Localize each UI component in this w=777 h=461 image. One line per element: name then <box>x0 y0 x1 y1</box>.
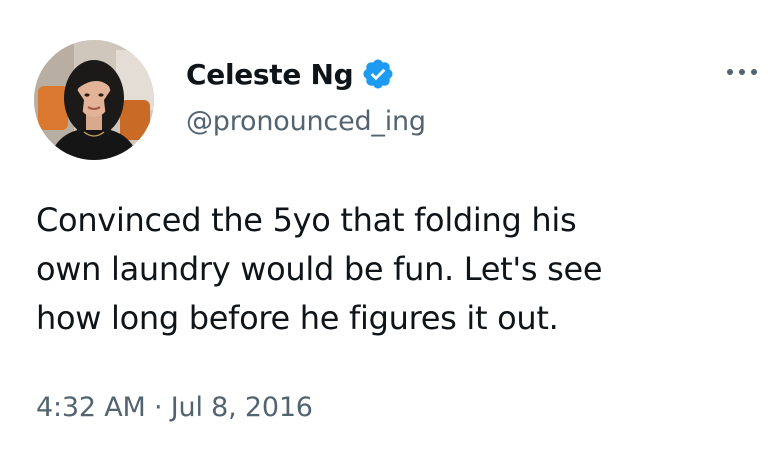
tweet-card: Celeste Ng @pronounced_ing Convinced the… <box>0 0 777 461</box>
tweet-text: Convinced the 5yo that folding his own la… <box>36 196 756 343</box>
tweet-text-line: how long before he figures it out. <box>36 299 559 337</box>
more-horizontal-icon <box>751 69 757 75</box>
more-horizontal-icon <box>727 69 733 75</box>
tweet-text-line: Convinced the 5yo that folding his <box>36 201 577 239</box>
name-row: Celeste Ng <box>186 52 426 96</box>
avatar[interactable] <box>34 40 154 160</box>
more-options-button[interactable] <box>722 62 762 82</box>
tweet-text-line: own laundry would be fun. Let's see <box>36 250 603 288</box>
tweet-timestamp: 4:32 AM · Jul 8, 2016 <box>36 392 313 423</box>
avatar-image <box>34 40 154 160</box>
tweet-header: Celeste Ng @pronounced_ing <box>186 52 426 138</box>
verified-badge-icon <box>361 57 395 91</box>
more-horizontal-icon <box>739 69 745 75</box>
author-display-name[interactable]: Celeste Ng <box>186 58 354 91</box>
author-handle[interactable]: @pronounced_ing <box>186 106 426 137</box>
tweet-date[interactable]: Jul 8, 2016 <box>171 392 313 423</box>
tweet-time[interactable]: 4:32 AM <box>36 392 146 423</box>
timestamp-separator: · <box>153 392 163 423</box>
